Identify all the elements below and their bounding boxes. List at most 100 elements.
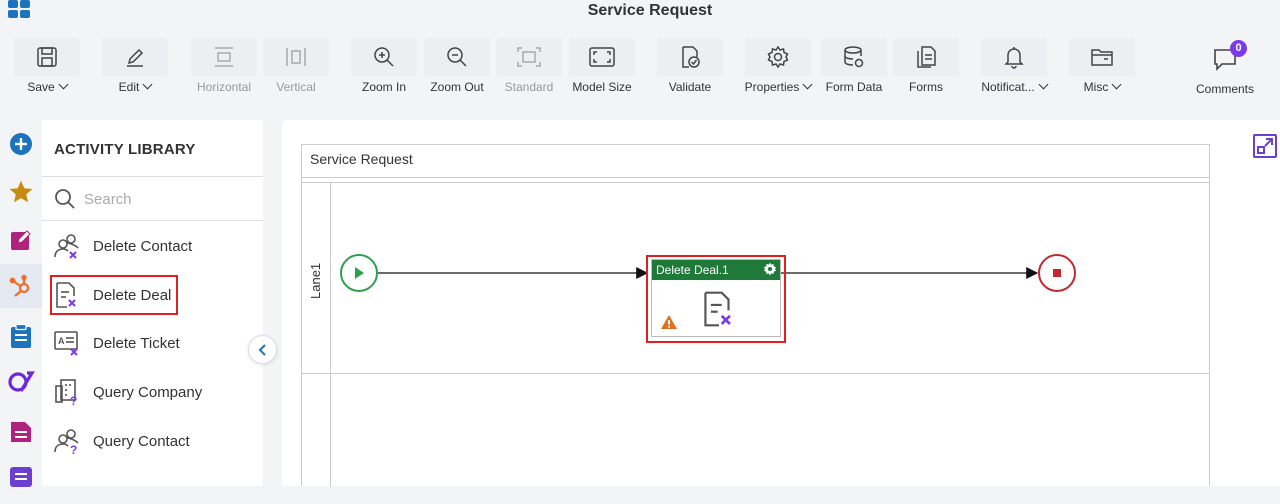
library-item-label: Delete Deal	[93, 286, 172, 304]
zoom-in-button[interactable]: Zoom In	[349, 34, 419, 100]
rail-list-button[interactable]	[0, 454, 42, 498]
activity-library-title: ACTIVITY LIBRARY	[54, 141, 196, 158]
task-delete-deal[interactable]: Delete Deal.1	[651, 259, 781, 337]
forms-label: Forms	[909, 80, 943, 94]
model-size-label: Model Size	[572, 80, 632, 94]
save-label: Save	[27, 80, 55, 94]
rail-clipboard-button[interactable]	[0, 314, 42, 358]
notifications-button[interactable]: Notificat...	[979, 34, 1049, 100]
plus-circle-icon	[10, 133, 32, 155]
expand-icon[interactable]	[1252, 133, 1278, 159]
chevron-down-icon	[58, 79, 69, 90]
delete-contact-icon	[54, 234, 79, 259]
form-list-icon	[11, 422, 31, 442]
rail-integration-button[interactable]	[0, 360, 42, 404]
library-item-query-contact[interactable]: ? Query Contact	[52, 421, 257, 461]
properties-button[interactable]: Properties	[743, 34, 813, 100]
horizontal-button[interactable]: Horizontal	[189, 34, 259, 100]
fit-screen-icon	[589, 47, 615, 67]
warning-icon	[661, 315, 677, 329]
validate-button[interactable]: Validate	[655, 34, 725, 100]
svg-text:A: A	[58, 336, 65, 346]
misc-label: Misc	[1083, 80, 1109, 94]
delete-deal-icon	[704, 291, 731, 327]
delete-deal-icon	[56, 282, 76, 308]
library-item-query-company[interactable]: ? Query Company	[52, 372, 257, 412]
rail-add-button[interactable]	[0, 122, 42, 166]
end-event[interactable]	[1038, 254, 1076, 292]
activity-library-panel: ACTIVITY LIBRARY Delete Contact Delete D…	[42, 120, 263, 486]
query-company-icon: ?	[55, 379, 77, 406]
gear-icon	[767, 45, 789, 69]
misc-button[interactable]: Misc	[1067, 34, 1137, 100]
rail-hubspot-button[interactable]	[0, 264, 42, 308]
stop-icon	[1053, 269, 1061, 277]
rail-forms-button[interactable]	[0, 410, 42, 454]
zoom-out-button[interactable]: Zoom Out	[422, 34, 492, 100]
library-search	[42, 177, 263, 220]
title-bar: Service Request	[0, 0, 1280, 24]
search-icon	[55, 189, 75, 209]
comments-count-badge: 0	[1230, 40, 1247, 57]
gear-icon[interactable]	[763, 262, 777, 276]
forms-button[interactable]: Forms	[891, 34, 961, 100]
zoom-in-icon	[374, 47, 394, 67]
vertical-layout-icon	[286, 48, 306, 66]
library-item-delete-ticket[interactable]: A Delete Ticket	[52, 323, 257, 363]
left-rail	[0, 120, 42, 490]
database-icon	[844, 46, 864, 68]
model-size-button[interactable]: Model Size	[567, 34, 637, 100]
collapse-panel-button[interactable]	[248, 335, 277, 364]
comments-label: Comments	[1195, 82, 1254, 96]
rail-favorites-button[interactable]	[0, 170, 42, 214]
zoom-out-icon	[447, 47, 467, 67]
clipboard-icon	[11, 323, 31, 348]
validate-label: Validate	[668, 80, 712, 94]
pool[interactable]: Service Request Lane1 Delete Deal.1	[301, 144, 1210, 487]
standard-button[interactable]: Standard	[494, 34, 564, 100]
svg-text:?: ?	[70, 443, 77, 455]
chevron-down-icon	[1111, 79, 1122, 90]
vertical-label: Vertical	[276, 80, 316, 94]
divider	[42, 220, 263, 221]
chevron-down-icon	[1038, 79, 1049, 90]
notifications-label: Notificat...	[981, 80, 1035, 94]
forms-icon	[917, 46, 936, 68]
search-input[interactable]	[84, 187, 254, 211]
library-item-label: Query Company	[93, 383, 203, 401]
vertical-button[interactable]: Vertical	[261, 34, 331, 100]
library-item-delete-contact[interactable]: Delete Contact	[52, 226, 257, 266]
save-icon	[37, 47, 57, 67]
edit-form-icon	[11, 230, 31, 250]
library-item-label: Query Contact	[93, 432, 190, 450]
star-icon	[9, 180, 33, 203]
comments-button[interactable]: 0 Comments	[1190, 34, 1260, 100]
bell-icon	[1004, 47, 1024, 69]
form-data-button[interactable]: Form Data	[819, 34, 889, 100]
rail-edit-form-button[interactable]	[0, 218, 42, 262]
process-canvas[interactable]: Service Request Lane1 Delete Deal.1	[282, 120, 1280, 487]
integration-icon	[8, 371, 35, 392]
chevron-down-icon	[142, 79, 153, 90]
library-item-delete-deal[interactable]: Delete Deal	[50, 275, 178, 315]
hubspot-icon	[9, 274, 30, 297]
chevron-left-icon	[258, 343, 266, 356]
delete-ticket-icon: A	[54, 331, 78, 356]
save-button[interactable]: Save	[12, 34, 82, 100]
query-contact-icon: ?	[54, 429, 79, 455]
page-title: Service Request	[587, 2, 713, 19]
svg-text:?: ?	[70, 394, 77, 406]
horizontal-layout-icon	[215, 47, 233, 67]
validate-icon	[682, 46, 700, 68]
toolbar: Save Edit Horizontal Vertical Zoom In Zo…	[0, 34, 1280, 100]
task-header[interactable]: Delete Deal.1	[652, 260, 780, 280]
folder-icon	[1091, 49, 1113, 66]
library-item-label: Delete Ticket	[93, 334, 180, 352]
start-event[interactable]	[340, 254, 378, 292]
standard-size-icon	[517, 47, 541, 67]
pencil-icon	[127, 48, 144, 67]
properties-label: Properties	[744, 80, 800, 94]
edit-label: Edit	[118, 80, 140, 94]
edit-button[interactable]: Edit	[100, 34, 170, 100]
list-icon	[10, 467, 32, 487]
